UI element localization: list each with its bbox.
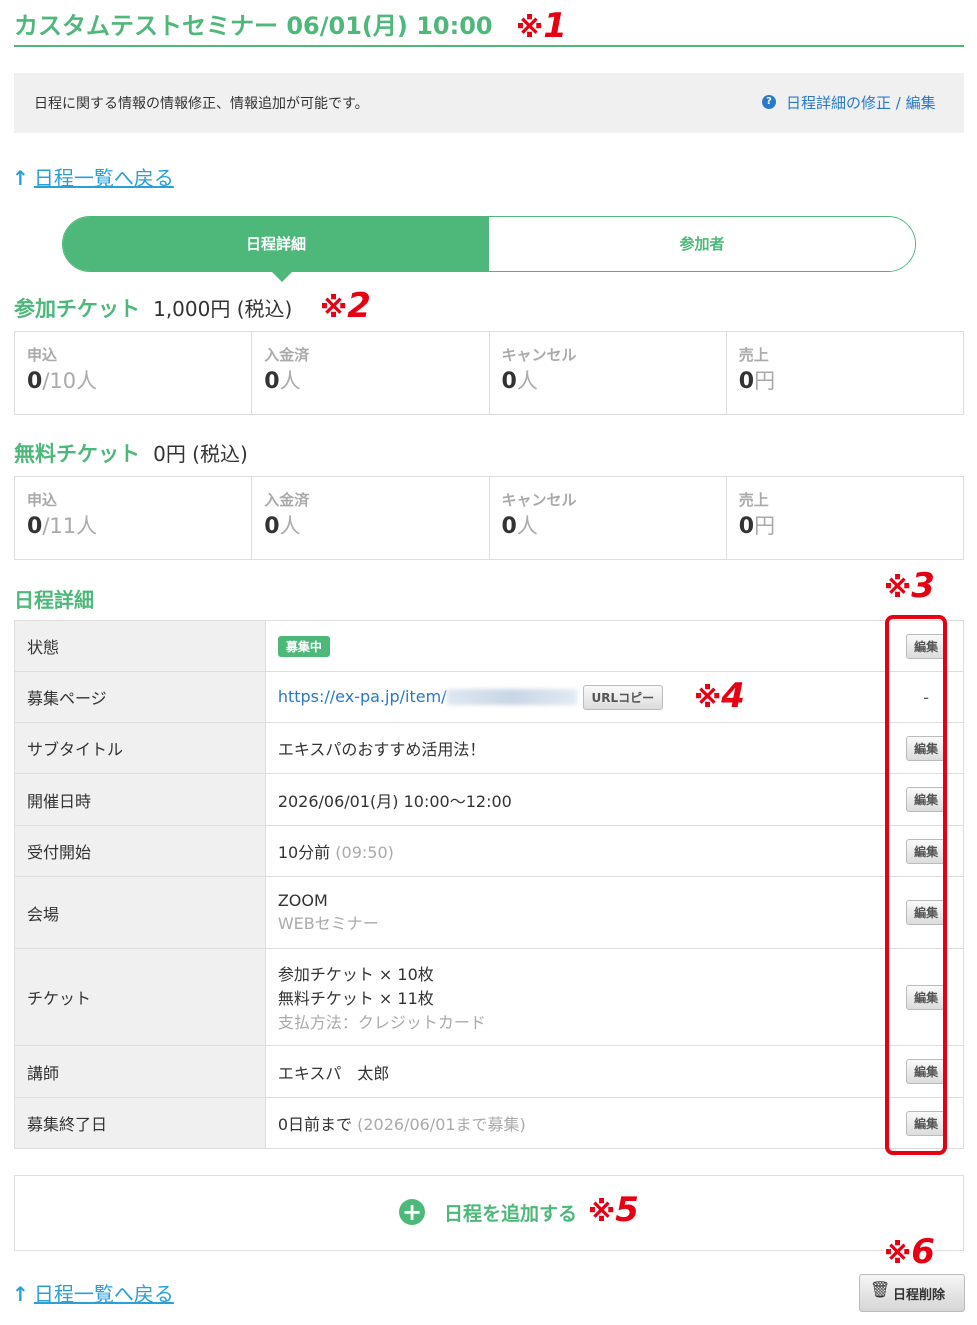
plus-circle-icon[interactable]: + <box>399 1199 425 1225</box>
row-status: 状態 募集中 編集 <box>14 620 964 672</box>
stat-sales: 売上 0円 <box>738 491 776 539</box>
row-teacher: 講師 エキスパ 太郎 編集 <box>14 1045 964 1098</box>
row-deadline: 募集終了日 0日前まで (2026/06/01まで募集) 編集 <box>14 1097 964 1149</box>
row-reception: 受付開始 10分前 (09:50) 編集 <box>14 825 964 877</box>
info-text: 日程に関する情報の情報修正、情報追加が可能です。 <box>34 96 369 112</box>
ticket-name: 無料チケット <box>14 442 140 466</box>
title-divider <box>14 45 964 47</box>
tab-schedule-details[interactable]: 日程詳細 <box>63 217 489 271</box>
page-title: カスタムテストセミナー 06/01(月) 10:00 <box>14 12 493 40</box>
schedule-details-heading: 日程詳細 <box>14 588 94 612</box>
venue-note: WEBセミナー <box>277 914 379 933</box>
row-label: 講師 <box>14 1045 266 1098</box>
status-badge: 募集中 <box>277 635 330 657</box>
row-label: サブタイトル <box>14 722 266 774</box>
annotation-1: ※1 <box>516 6 567 46</box>
ticket-price: 0円 (税込) <box>153 442 248 466</box>
schedule-details-table: 状態 募集中 編集 募集ページ https://ex-pa.jp/item/UR… <box>14 620 964 1149</box>
back-link-label[interactable]: 日程一覧へ戻る <box>34 166 174 190</box>
reception-time: (09:50) <box>335 843 394 862</box>
reception-value: 10分前 <box>277 843 331 862</box>
stat-cancel: キャンセル 0人 <box>490 332 727 414</box>
stat-cancel: キャンセル 0人 <box>490 477 727 559</box>
row-label: チケット <box>14 948 266 1046</box>
delete-schedule-label[interactable]: 日程削除 <box>893 1284 945 1303</box>
stat-applied: 申込 0/11人 <box>15 477 253 559</box>
annotation-6: ※6 <box>884 1232 935 1272</box>
back-link-label[interactable]: 日程一覧へ戻る <box>34 1282 174 1306</box>
tab-participants[interactable]: 参加者 <box>489 217 915 271</box>
annotation-2: ※2 <box>320 286 371 326</box>
ticket-stats-paid: 申込 0/10人 入金済 0人 キャンセル 0人 売上 0円 <box>14 331 964 415</box>
ticket-heading-free: 無料チケット 0円 (税込) <box>14 438 248 468</box>
datetime-value: 2026/06/01(月) 10:00〜12:00 <box>264 773 890 826</box>
annotation-5: ※5 <box>588 1190 639 1230</box>
payment-method: 支払方法：クレジットカード <box>277 1013 486 1032</box>
ticket-line-2: 無料チケット × 11枚 <box>277 989 434 1008</box>
venue-value: ZOOM <box>277 891 328 910</box>
add-schedule-label[interactable]: 日程を追加する <box>444 1199 577 1226</box>
back-link-bottom[interactable]: ↑ 日程一覧へ戻る <box>12 1278 174 1307</box>
up-arrow-icon: ↑ <box>12 1282 29 1306</box>
annotation-4: ※4 <box>694 676 745 716</box>
row-datetime: 開催日時 2026/06/01(月) 10:00〜12:00 編集 <box>14 773 964 826</box>
row-label: 開催日時 <box>14 773 266 826</box>
back-link-top[interactable]: ↑ 日程一覧へ戻る <box>12 162 174 191</box>
row-label: 会場 <box>14 876 266 949</box>
row-label: 受付開始 <box>14 825 266 877</box>
help-link[interactable]: 日程詳細の修正 / 編集 <box>786 92 936 113</box>
row-subtitle: サブタイトル エキスパのおすすめ活用法！ 編集 <box>14 722 964 774</box>
subtitle-value: エキスパのおすすめ活用法！ <box>264 722 890 774</box>
trash-icon[interactable]: 🗑 <box>870 1280 890 1299</box>
row-venue: 会場 ZOOM WEBセミナー 編集 <box>14 876 964 949</box>
edit-column-highlight <box>885 615 947 1155</box>
tab-bar: 日程詳細 参加者 <box>62 216 916 272</box>
ticket-stats-free: 申込 0/11人 入金済 0人 キャンセル 0人 売上 0円 <box>14 476 964 560</box>
ticket-price: 1,000円 (税込) <box>153 297 293 321</box>
row-page: 募集ページ https://ex-pa.jp/item/URLコピー - <box>14 671 964 723</box>
help-icon[interactable]: ? <box>762 95 776 109</box>
deadline-note: (2026/06/01まで募集) <box>357 1115 526 1134</box>
teacher-value: エキスパ 太郎 <box>264 1045 890 1098</box>
stat-paid: 入金済 0人 <box>252 477 490 559</box>
redacted-url-part <box>446 689 577 705</box>
annotation-3: ※3 <box>884 566 935 606</box>
row-label: 募集ページ <box>14 671 266 723</box>
ticket-name: 参加チケット <box>14 297 140 321</box>
stat-applied: 申込 0/10人 <box>15 332 253 414</box>
deadline-value: 0日前まで <box>277 1115 352 1134</box>
active-tab-pointer <box>270 270 294 282</box>
stat-sales: 売上 0円 <box>738 346 776 394</box>
row-ticket: チケット 参加チケット × 10枚 無料チケット × 11枚支払方法：クレジットカ… <box>14 948 964 1046</box>
url-copy-button[interactable]: URLコピー <box>582 684 664 710</box>
row-label: 状態 <box>14 620 266 672</box>
ticket-heading-paid: 参加チケット 1,000円 (税込) <box>14 293 292 323</box>
recruit-page-url[interactable]: https://ex-pa.jp/item/ <box>278 687 447 706</box>
stat-paid: 入金済 0人 <box>252 332 490 414</box>
ticket-line-1: 参加チケット × 10枚 <box>277 965 434 984</box>
row-label: 募集終了日 <box>14 1097 266 1149</box>
up-arrow-icon: ↑ <box>12 166 29 190</box>
